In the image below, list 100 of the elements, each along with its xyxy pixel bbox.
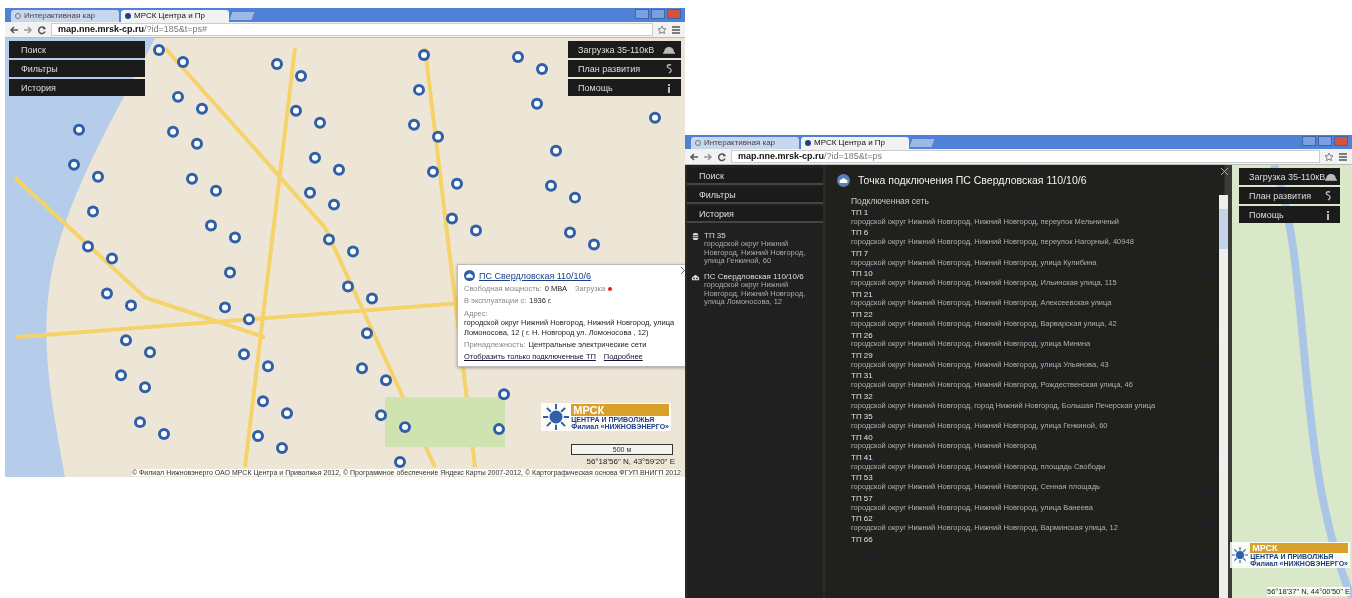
map-pin-icon[interactable] bbox=[276, 442, 288, 455]
menu-button[interactable]: План развития bbox=[1239, 187, 1340, 204]
substation-name[interactable]: ТП 31 bbox=[851, 372, 1221, 382]
map-pin-icon[interactable] bbox=[295, 69, 307, 82]
map-pin-icon[interactable] bbox=[564, 226, 576, 239]
map-pin-icon[interactable] bbox=[106, 252, 118, 265]
map-pin-icon[interactable] bbox=[446, 212, 458, 225]
map-pin-icon[interactable] bbox=[493, 423, 505, 436]
map-pin-icon[interactable] bbox=[68, 158, 80, 171]
map-pin-icon[interactable] bbox=[304, 186, 316, 199]
menu-button[interactable]: Поиск bbox=[9, 41, 145, 58]
map-pin-icon[interactable] bbox=[342, 280, 354, 293]
map-pin-icon[interactable] bbox=[536, 62, 548, 75]
substation-name[interactable]: ТП 35 bbox=[851, 413, 1221, 422]
map-pin-icon[interactable] bbox=[427, 165, 439, 178]
address-field[interactable]: map.nne.mrsk-cp.ru/?id=185&t=ps bbox=[731, 150, 1320, 163]
map-pin-icon[interactable] bbox=[139, 381, 151, 394]
map-pin-icon[interactable] bbox=[186, 172, 198, 185]
map-pin-icon[interactable] bbox=[380, 374, 392, 387]
map-pin-icon[interactable] bbox=[323, 233, 335, 246]
map-pin-icon[interactable] bbox=[257, 395, 269, 408]
menu-button[interactable]: История bbox=[9, 79, 145, 96]
map-pin-icon[interactable] bbox=[545, 179, 557, 192]
map-pin-icon[interactable] bbox=[153, 44, 165, 56]
substation-name[interactable]: ТП 6 bbox=[851, 229, 1221, 239]
substation-name[interactable]: ТП 32 bbox=[851, 392, 1221, 402]
map-pin-icon[interactable] bbox=[281, 407, 293, 420]
menu-button[interactable]: Поиск bbox=[687, 168, 823, 185]
map-pin-icon[interactable] bbox=[512, 50, 524, 63]
reload-icon[interactable] bbox=[717, 151, 727, 162]
address-field[interactable]: map.nne.mrsk-cp.ru/?id=185&t=ps# bbox=[51, 23, 653, 36]
map-pin-icon[interactable] bbox=[347, 245, 359, 258]
map-pin-icon[interactable] bbox=[144, 346, 156, 359]
back-arrow-icon[interactable] bbox=[9, 24, 19, 35]
substation-name[interactable]: ТП 26 bbox=[851, 331, 1221, 341]
substation-name[interactable]: ТП 7 bbox=[851, 249, 1221, 259]
substation-name[interactable]: ТП 62 bbox=[851, 515, 1221, 525]
map-pin-icon[interactable] bbox=[120, 334, 132, 347]
menu-button[interactable]: Загрузка 35-110кВ bbox=[1239, 168, 1340, 185]
map-pin-icon[interactable] bbox=[309, 151, 321, 164]
substation-name[interactable]: ТП 53 bbox=[851, 474, 1221, 484]
map-pin-icon[interactable] bbox=[196, 102, 208, 115]
map-pin-icon[interactable] bbox=[205, 219, 217, 232]
map-pin-icon[interactable] bbox=[167, 125, 179, 138]
map-pin-icon[interactable] bbox=[229, 231, 241, 244]
map-pin-icon[interactable] bbox=[262, 360, 274, 373]
map-pin-icon[interactable] bbox=[333, 163, 345, 176]
substation-name[interactable]: ТП 22 bbox=[851, 311, 1221, 320]
map-pin-icon[interactable] bbox=[290, 104, 302, 117]
map-pin-icon[interactable] bbox=[177, 55, 189, 68]
menu-button[interactable]: История bbox=[687, 206, 823, 223]
map-pin-icon[interactable] bbox=[158, 428, 170, 441]
menu-icon[interactable] bbox=[671, 24, 681, 35]
map-pin-icon[interactable] bbox=[115, 369, 127, 382]
substation-name[interactable]: ТП 10 bbox=[851, 270, 1221, 280]
close-icon[interactable] bbox=[1221, 168, 1228, 175]
back-arrow-icon[interactable] bbox=[689, 151, 699, 162]
substation-name[interactable]: ТП 1 bbox=[851, 209, 1221, 218]
browser-tab[interactable]: Интерактивная кар bbox=[11, 10, 119, 22]
browser-tab[interactable]: МРСК Центра и Пр bbox=[121, 10, 229, 22]
substation-name[interactable]: ТП 29 bbox=[851, 351, 1221, 361]
map-pin-icon[interactable] bbox=[356, 362, 368, 375]
map-pin-icon[interactable] bbox=[92, 170, 104, 183]
menu-button[interactable]: Фильтры bbox=[687, 187, 823, 204]
scrollbar[interactable] bbox=[1219, 195, 1228, 598]
map-pin-icon[interactable] bbox=[101, 287, 113, 300]
menu-button[interactable]: Помощь bbox=[1239, 206, 1340, 223]
substation-name[interactable]: ТП 21 bbox=[851, 290, 1221, 300]
map-pin-icon[interactable] bbox=[125, 299, 137, 312]
map-pin-icon[interactable] bbox=[361, 327, 373, 340]
map-pin-icon[interactable] bbox=[550, 144, 562, 157]
map-pin-icon[interactable] bbox=[82, 240, 94, 253]
map-pin-icon[interactable] bbox=[191, 137, 203, 150]
substation-link[interactable]: ПС Свердловская 110/10/6 bbox=[479, 270, 592, 281]
map-pin-icon[interactable] bbox=[399, 421, 411, 434]
map-pin-icon[interactable] bbox=[470, 224, 482, 237]
menu-button[interactable]: Помощь bbox=[568, 79, 681, 96]
map-pin-icon[interactable] bbox=[87, 205, 99, 218]
menu-button[interactable]: Фильтры bbox=[9, 60, 145, 77]
map-pin-icon[interactable] bbox=[498, 388, 510, 401]
map-pin-icon[interactable] bbox=[224, 266, 236, 279]
map-pin-icon[interactable] bbox=[649, 111, 661, 124]
map-pin-icon[interactable] bbox=[134, 416, 146, 429]
map-pin-icon[interactable] bbox=[328, 198, 340, 211]
map-pin-icon[interactable] bbox=[413, 83, 425, 96]
map-pin-icon[interactable] bbox=[394, 456, 406, 468]
map-pin-icon[interactable] bbox=[314, 116, 326, 129]
map-pin-icon[interactable] bbox=[432, 130, 444, 143]
map-pin-icon[interactable] bbox=[271, 57, 283, 70]
menu-icon[interactable] bbox=[1338, 151, 1348, 162]
map-pin-icon[interactable] bbox=[243, 313, 255, 326]
map-pin-icon[interactable] bbox=[366, 292, 378, 305]
map-pin-icon[interactable] bbox=[252, 430, 264, 443]
reload-icon[interactable] bbox=[37, 24, 47, 35]
substation-name[interactable]: ТП 41 bbox=[851, 454, 1221, 463]
map-pin-icon[interactable] bbox=[73, 123, 85, 136]
map-pin-icon[interactable] bbox=[531, 97, 543, 110]
map-pin-icon[interactable] bbox=[172, 90, 184, 103]
menu-button[interactable]: Загрузка 35-110кВ bbox=[568, 41, 681, 58]
browser-tab[interactable]: Интерактивная кар bbox=[691, 137, 799, 149]
